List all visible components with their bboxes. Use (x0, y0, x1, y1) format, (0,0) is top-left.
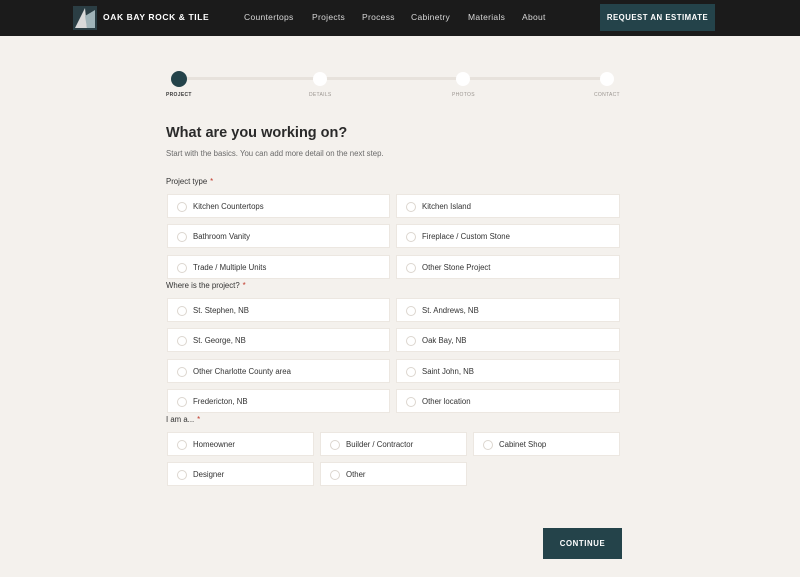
stepper-track (179, 77, 607, 80)
option-st-george[interactable]: St. George, NB (167, 328, 390, 352)
nav-about[interactable]: About (522, 12, 546, 22)
role-label-text: I am a... (166, 415, 195, 424)
radio-icon[interactable] (177, 470, 187, 480)
project-type-label-text: Project type (166, 177, 208, 186)
option-label: St. Stephen, NB (193, 306, 249, 315)
radio-icon[interactable] (177, 397, 187, 407)
radio-icon[interactable] (330, 470, 340, 480)
option-label: Oak Bay, NB (422, 336, 467, 345)
radio-icon[interactable] (330, 440, 340, 450)
request-estimate-button[interactable]: REQUEST AN ESTIMATE (600, 4, 715, 31)
radio-icon[interactable] (177, 440, 187, 450)
option-label: Other location (422, 397, 471, 406)
option-label: Other Stone Project (422, 263, 491, 272)
option-kitchen-island[interactable]: Kitchen Island (396, 194, 620, 218)
location-label-text: Where is the project? (166, 281, 240, 290)
option-st-andrews[interactable]: St. Andrews, NB (396, 298, 620, 322)
radio-icon[interactable] (177, 263, 187, 273)
role-label: I am a... * (166, 415, 200, 424)
nav-countertops[interactable]: Countertops (244, 12, 294, 22)
option-label: Fredericton, NB (193, 397, 248, 406)
required-marker: * (242, 281, 246, 290)
radio-icon[interactable] (406, 202, 416, 212)
step-dot-photos (456, 72, 470, 86)
option-fireplace-custom-stone[interactable]: Fireplace / Custom Stone (396, 224, 620, 248)
option-saint-john[interactable]: Saint John, NB (396, 359, 620, 383)
site-header: OAK BAY ROCK & TILE Countertops Projects… (0, 0, 800, 36)
step-label-details: DETAILS (309, 92, 332, 98)
option-designer[interactable]: Designer (167, 462, 314, 486)
option-label: St. George, NB (193, 336, 246, 345)
option-other-role[interactable]: Other (320, 462, 467, 486)
step-dot-contact (600, 72, 614, 86)
option-st-stephen[interactable]: St. Stephen, NB (167, 298, 390, 322)
step-dot-details (313, 72, 327, 86)
continue-button[interactable]: CONTINUE (543, 528, 622, 559)
option-label: Other (346, 470, 366, 479)
option-label: Saint John, NB (422, 367, 475, 376)
radio-icon[interactable] (483, 440, 493, 450)
option-label: Kitchen Countertops (193, 202, 264, 211)
radio-icon[interactable] (406, 397, 416, 407)
option-label: Kitchen Island (422, 202, 471, 211)
nav-process[interactable]: Process (362, 12, 395, 22)
radio-icon[interactable] (177, 336, 187, 346)
page-subtitle: Start with the basics. You can add more … (166, 149, 384, 158)
step-label-photos: PHOTOS (452, 92, 475, 98)
page-title: What are you working on? (166, 125, 348, 141)
nav-projects[interactable]: Projects (312, 12, 345, 22)
option-bathroom-vanity[interactable]: Bathroom Vanity (167, 224, 390, 248)
step-dot-project (171, 71, 187, 87)
option-other-charlotte-county[interactable]: Other Charlotte County area (167, 359, 390, 383)
option-kitchen-countertops[interactable]: Kitchen Countertops (167, 194, 390, 218)
option-label: Bathroom Vanity (193, 232, 251, 241)
project-type-label: Project type * (166, 177, 213, 186)
option-label: Homeowner (193, 440, 236, 449)
option-label: Builder / Contractor (346, 440, 414, 449)
option-other-stone-project[interactable]: Other Stone Project (396, 255, 620, 279)
logo-icon[interactable] (73, 6, 97, 30)
option-cabinet-shop[interactable]: Cabinet Shop (473, 432, 620, 456)
option-fredericton[interactable]: Fredericton, NB (167, 389, 390, 413)
step-label-contact: CONTACT (594, 92, 620, 98)
option-label: Designer (193, 470, 225, 479)
step-label-project: PROJECT (166, 92, 192, 98)
brand-name[interactable]: OAK BAY ROCK & TILE (103, 12, 209, 22)
required-marker: * (197, 415, 201, 424)
option-trade-multiple-units[interactable]: Trade / Multiple Units (167, 255, 390, 279)
radio-icon[interactable] (406, 306, 416, 316)
radio-icon[interactable] (177, 232, 187, 242)
option-label: Other Charlotte County area (193, 367, 291, 376)
radio-icon[interactable] (177, 367, 187, 377)
radio-icon[interactable] (406, 263, 416, 273)
required-marker: * (210, 177, 214, 186)
option-other-location[interactable]: Other location (396, 389, 620, 413)
option-label: Fireplace / Custom Stone (422, 232, 510, 241)
option-builder-contractor[interactable]: Builder / Contractor (320, 432, 467, 456)
option-label: St. Andrews, NB (422, 306, 479, 315)
location-label: Where is the project? * (166, 281, 246, 290)
radio-icon[interactable] (406, 336, 416, 346)
option-homeowner[interactable]: Homeowner (167, 432, 314, 456)
option-label: Trade / Multiple Units (193, 263, 267, 272)
option-oak-bay[interactable]: Oak Bay, NB (396, 328, 620, 352)
option-label: Cabinet Shop (499, 440, 547, 449)
radio-icon[interactable] (177, 202, 187, 212)
radio-icon[interactable] (177, 306, 187, 316)
nav-cabinetry[interactable]: Cabinetry (411, 12, 450, 22)
radio-icon[interactable] (406, 367, 416, 377)
radio-icon[interactable] (406, 232, 416, 242)
nav-materials[interactable]: Materials (468, 12, 505, 22)
